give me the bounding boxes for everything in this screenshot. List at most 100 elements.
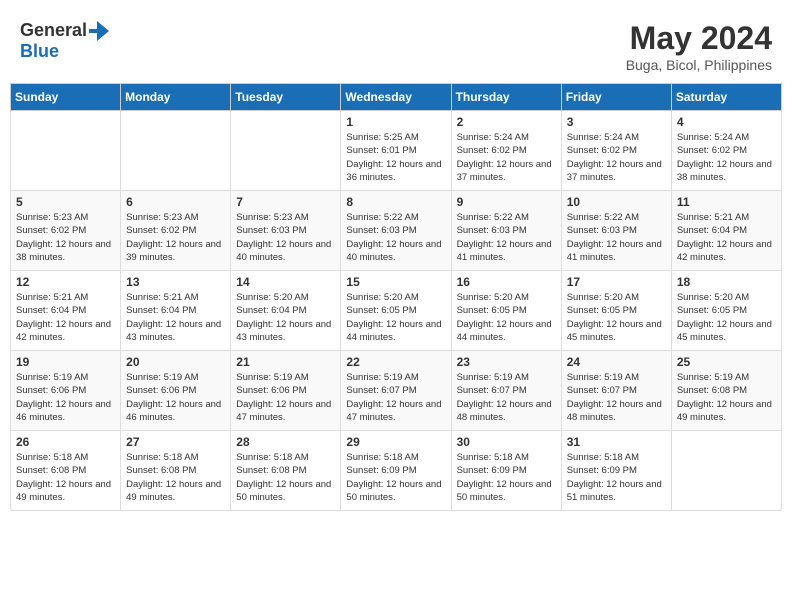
- calendar-cell: 2 Sunrise: 5:24 AM Sunset: 6:02 PM Dayli…: [451, 111, 561, 191]
- day-number: 8: [346, 195, 445, 209]
- day-info: Sunrise: 5:18 AM Sunset: 6:08 PM Dayligh…: [126, 451, 225, 504]
- day-number: 13: [126, 275, 225, 289]
- calendar-cell: [11, 111, 121, 191]
- day-info: Sunrise: 5:22 AM Sunset: 6:03 PM Dayligh…: [457, 211, 556, 264]
- day-info: Sunrise: 5:18 AM Sunset: 6:08 PM Dayligh…: [16, 451, 115, 504]
- day-info: Sunrise: 5:22 AM Sunset: 6:03 PM Dayligh…: [567, 211, 666, 264]
- calendar-cell: 18 Sunrise: 5:20 AM Sunset: 6:05 PM Dayl…: [671, 271, 781, 351]
- calendar-cell: 19 Sunrise: 5:19 AM Sunset: 6:06 PM Dayl…: [11, 351, 121, 431]
- day-info: Sunrise: 5:18 AM Sunset: 6:08 PM Dayligh…: [236, 451, 335, 504]
- day-number: 23: [457, 355, 556, 369]
- day-number: 30: [457, 435, 556, 449]
- calendar-week-row: 19 Sunrise: 5:19 AM Sunset: 6:06 PM Dayl…: [11, 351, 782, 431]
- calendar-cell: 26 Sunrise: 5:18 AM Sunset: 6:08 PM Dayl…: [11, 431, 121, 511]
- calendar-cell: 10 Sunrise: 5:22 AM Sunset: 6:03 PM Dayl…: [561, 191, 671, 271]
- day-number: 26: [16, 435, 115, 449]
- calendar-cell: 21 Sunrise: 5:19 AM Sunset: 6:06 PM Dayl…: [231, 351, 341, 431]
- calendar-cell: 23 Sunrise: 5:19 AM Sunset: 6:07 PM Dayl…: [451, 351, 561, 431]
- calendar-cell: 20 Sunrise: 5:19 AM Sunset: 6:06 PM Dayl…: [121, 351, 231, 431]
- day-number: 1: [346, 115, 445, 129]
- day-number: 11: [677, 195, 776, 209]
- logo: General Blue: [20, 20, 109, 62]
- calendar-cell: 12 Sunrise: 5:21 AM Sunset: 6:04 PM Dayl…: [11, 271, 121, 351]
- day-number: 29: [346, 435, 445, 449]
- calendar-cell: 7 Sunrise: 5:23 AM Sunset: 6:03 PM Dayli…: [231, 191, 341, 271]
- calendar-cell: 22 Sunrise: 5:19 AM Sunset: 6:07 PM Dayl…: [341, 351, 451, 431]
- day-info: Sunrise: 5:19 AM Sunset: 6:06 PM Dayligh…: [126, 371, 225, 424]
- day-number: 17: [567, 275, 666, 289]
- calendar-cell: 13 Sunrise: 5:21 AM Sunset: 6:04 PM Dayl…: [121, 271, 231, 351]
- day-info: Sunrise: 5:23 AM Sunset: 6:03 PM Dayligh…: [236, 211, 335, 264]
- day-number: 31: [567, 435, 666, 449]
- title-section: May 2024 Buga, Bicol, Philippines: [626, 20, 772, 73]
- day-number: 16: [457, 275, 556, 289]
- weekday-header-row: SundayMondayTuesdayWednesdayThursdayFrid…: [11, 84, 782, 111]
- day-number: 15: [346, 275, 445, 289]
- location-subtitle: Buga, Bicol, Philippines: [626, 57, 772, 73]
- day-info: Sunrise: 5:20 AM Sunset: 6:05 PM Dayligh…: [677, 291, 776, 344]
- calendar-week-row: 1 Sunrise: 5:25 AM Sunset: 6:01 PM Dayli…: [11, 111, 782, 191]
- calendar-cell: 31 Sunrise: 5:18 AM Sunset: 6:09 PM Dayl…: [561, 431, 671, 511]
- day-number: 3: [567, 115, 666, 129]
- logo-general-text: General: [20, 20, 87, 41]
- day-number: 14: [236, 275, 335, 289]
- day-number: 7: [236, 195, 335, 209]
- day-number: 24: [567, 355, 666, 369]
- calendar-cell: 6 Sunrise: 5:23 AM Sunset: 6:02 PM Dayli…: [121, 191, 231, 271]
- day-number: 2: [457, 115, 556, 129]
- day-info: Sunrise: 5:24 AM Sunset: 6:02 PM Dayligh…: [457, 131, 556, 184]
- calendar-cell: 27 Sunrise: 5:18 AM Sunset: 6:08 PM Dayl…: [121, 431, 231, 511]
- calendar-cell: 5 Sunrise: 5:23 AM Sunset: 6:02 PM Dayli…: [11, 191, 121, 271]
- logo-icon: [89, 21, 109, 41]
- calendar-cell: 8 Sunrise: 5:22 AM Sunset: 6:03 PM Dayli…: [341, 191, 451, 271]
- day-number: 10: [567, 195, 666, 209]
- calendar-cell: 14 Sunrise: 5:20 AM Sunset: 6:04 PM Dayl…: [231, 271, 341, 351]
- calendar-cell: 3 Sunrise: 5:24 AM Sunset: 6:02 PM Dayli…: [561, 111, 671, 191]
- calendar-cell: 30 Sunrise: 5:18 AM Sunset: 6:09 PM Dayl…: [451, 431, 561, 511]
- day-info: Sunrise: 5:21 AM Sunset: 6:04 PM Dayligh…: [126, 291, 225, 344]
- day-info: Sunrise: 5:18 AM Sunset: 6:09 PM Dayligh…: [346, 451, 445, 504]
- day-number: 20: [126, 355, 225, 369]
- calendar-cell: 1 Sunrise: 5:25 AM Sunset: 6:01 PM Dayli…: [341, 111, 451, 191]
- calendar-cell: 24 Sunrise: 5:19 AM Sunset: 6:07 PM Dayl…: [561, 351, 671, 431]
- weekday-header: Tuesday: [231, 84, 341, 111]
- calendar-week-row: 5 Sunrise: 5:23 AM Sunset: 6:02 PM Dayli…: [11, 191, 782, 271]
- day-number: 6: [126, 195, 225, 209]
- day-number: 12: [16, 275, 115, 289]
- month-year-title: May 2024: [626, 20, 772, 57]
- day-info: Sunrise: 5:18 AM Sunset: 6:09 PM Dayligh…: [457, 451, 556, 504]
- day-number: 25: [677, 355, 776, 369]
- day-info: Sunrise: 5:23 AM Sunset: 6:02 PM Dayligh…: [16, 211, 115, 264]
- calendar-cell: 28 Sunrise: 5:18 AM Sunset: 6:08 PM Dayl…: [231, 431, 341, 511]
- weekday-header: Friday: [561, 84, 671, 111]
- day-info: Sunrise: 5:20 AM Sunset: 6:05 PM Dayligh…: [457, 291, 556, 344]
- weekday-header: Monday: [121, 84, 231, 111]
- calendar-cell: 16 Sunrise: 5:20 AM Sunset: 6:05 PM Dayl…: [451, 271, 561, 351]
- calendar-week-row: 26 Sunrise: 5:18 AM Sunset: 6:08 PM Dayl…: [11, 431, 782, 511]
- day-info: Sunrise: 5:22 AM Sunset: 6:03 PM Dayligh…: [346, 211, 445, 264]
- calendar-cell: [671, 431, 781, 511]
- day-number: 9: [457, 195, 556, 209]
- calendar-cell: 4 Sunrise: 5:24 AM Sunset: 6:02 PM Dayli…: [671, 111, 781, 191]
- calendar-cell: 17 Sunrise: 5:20 AM Sunset: 6:05 PM Dayl…: [561, 271, 671, 351]
- weekday-header: Wednesday: [341, 84, 451, 111]
- day-number: 4: [677, 115, 776, 129]
- day-info: Sunrise: 5:19 AM Sunset: 6:06 PM Dayligh…: [16, 371, 115, 424]
- day-number: 19: [16, 355, 115, 369]
- calendar-cell: 9 Sunrise: 5:22 AM Sunset: 6:03 PM Dayli…: [451, 191, 561, 271]
- day-info: Sunrise: 5:21 AM Sunset: 6:04 PM Dayligh…: [16, 291, 115, 344]
- calendar-cell: 11 Sunrise: 5:21 AM Sunset: 6:04 PM Dayl…: [671, 191, 781, 271]
- day-info: Sunrise: 5:19 AM Sunset: 6:07 PM Dayligh…: [457, 371, 556, 424]
- calendar-cell: [231, 111, 341, 191]
- calendar-cell: [121, 111, 231, 191]
- day-info: Sunrise: 5:25 AM Sunset: 6:01 PM Dayligh…: [346, 131, 445, 184]
- calendar-cell: 25 Sunrise: 5:19 AM Sunset: 6:08 PM Dayl…: [671, 351, 781, 431]
- weekday-header: Saturday: [671, 84, 781, 111]
- calendar-cell: 15 Sunrise: 5:20 AM Sunset: 6:05 PM Dayl…: [341, 271, 451, 351]
- day-number: 18: [677, 275, 776, 289]
- weekday-header: Thursday: [451, 84, 561, 111]
- day-info: Sunrise: 5:20 AM Sunset: 6:05 PM Dayligh…: [346, 291, 445, 344]
- day-number: 27: [126, 435, 225, 449]
- calendar-week-row: 12 Sunrise: 5:21 AM Sunset: 6:04 PM Dayl…: [11, 271, 782, 351]
- day-info: Sunrise: 5:20 AM Sunset: 6:05 PM Dayligh…: [567, 291, 666, 344]
